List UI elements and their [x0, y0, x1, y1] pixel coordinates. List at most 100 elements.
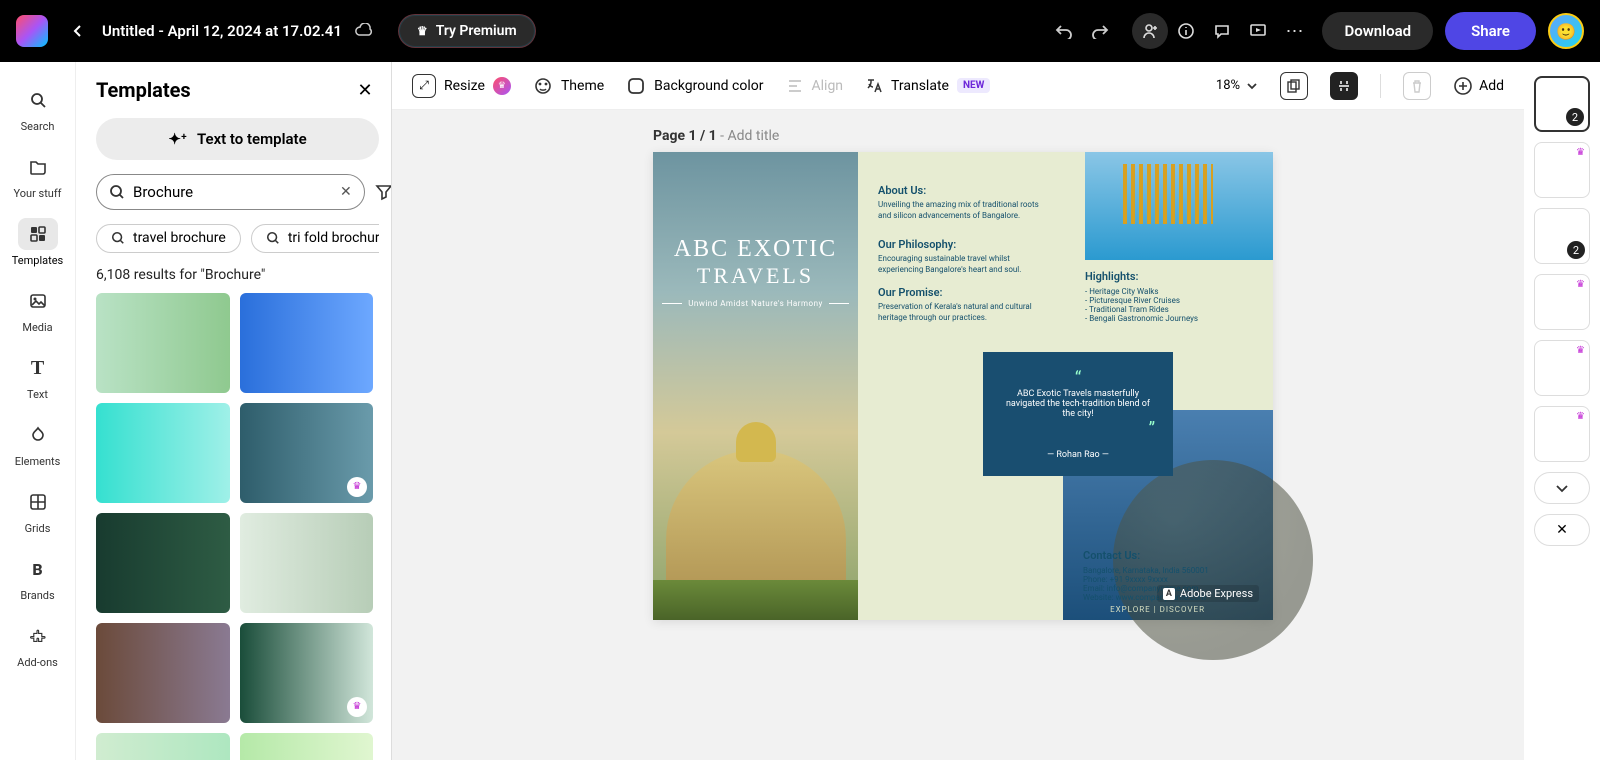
rail-media[interactable]: Media: [6, 279, 70, 340]
search-icon: [266, 231, 280, 245]
canvas[interactable]: Page 1 / 1 - Add title ABC EXOTIC TRAVEL…: [392, 110, 1524, 760]
rail-grids[interactable]: Grids: [6, 480, 70, 541]
page-count-badge: 2: [1566, 108, 1584, 126]
close-panel-button[interactable]: ✕: [351, 76, 379, 104]
templates-icon: [18, 218, 58, 250]
promise-heading: Our Promise:: [878, 286, 1048, 300]
template-thumbnail[interactable]: ♛: [240, 623, 374, 723]
about-text: Unveiling the amazing mix of traditional…: [878, 200, 1048, 221]
present-button[interactable]: [1240, 13, 1276, 49]
brochure-left-panel[interactable]: ABC EXOTIC TRAVELS Unwind Amidst Nature'…: [653, 152, 858, 620]
chevron-down-icon: [1246, 80, 1258, 92]
premium-badge-icon: ♛: [1576, 279, 1585, 290]
media-icon: [18, 285, 58, 317]
rail-elements[interactable]: Elements: [6, 413, 70, 474]
rail-search[interactable]: Search: [6, 78, 70, 139]
top-bar: Untitled - April 12, 2024 at 17.02.41 ♛ …: [0, 0, 1600, 62]
zoom-dropdown[interactable]: 18%: [1216, 78, 1258, 93]
addons-icon: [18, 620, 58, 652]
template-thumbnail[interactable]: [96, 623, 230, 723]
rail-your-stuff[interactable]: Your stuff: [6, 145, 70, 206]
template-thumbnail[interactable]: [96, 733, 230, 760]
page-label[interactable]: Page 1 / 1 - Add title: [653, 128, 779, 144]
undo-button[interactable]: [1046, 13, 1082, 49]
resize-button[interactable]: ⤢ Resize ♛: [412, 74, 511, 98]
try-premium-button[interactable]: ♛ Try Premium: [398, 14, 536, 48]
add-page-button[interactable]: Add: [1453, 76, 1504, 96]
template-results-grid[interactable]: ♛ ♛: [96, 293, 379, 760]
comments-button[interactable]: [1204, 13, 1240, 49]
suggestion-chip-trifold[interactable]: tri fold brochure: [251, 224, 379, 253]
adobe-express-logo[interactable]: [16, 15, 48, 47]
background-color-button[interactable]: Background color: [626, 76, 763, 96]
philosophy-heading: Our Philosophy:: [878, 238, 1048, 252]
text-to-template-button[interactable]: ✦⁺ Text to template: [96, 118, 379, 160]
philosophy-text: Encouraging sustainable travel whilst ex…: [878, 254, 1048, 275]
clear-search-button[interactable]: ✕: [340, 184, 352, 200]
user-avatar[interactable]: 🙂: [1548, 13, 1584, 49]
elements-icon: [18, 419, 58, 451]
search-icon: [111, 231, 125, 245]
theme-button[interactable]: Theme: [533, 76, 604, 96]
premium-badge-icon: ♛: [347, 477, 367, 497]
invite-people-button[interactable]: [1132, 13, 1168, 49]
brand-title-line2: TRAVELS: [653, 263, 858, 289]
results-count: 6,108 results for "Brochure": [96, 267, 379, 283]
theme-icon: [533, 76, 553, 96]
template-thumbnail[interactable]: [240, 293, 374, 393]
close-thumbnails-button[interactable]: ✕: [1534, 514, 1590, 546]
suggestion-chip-travel-brochure[interactable]: travel brochure: [96, 224, 241, 253]
search-input[interactable]: [133, 183, 332, 201]
filter-button[interactable]: [375, 178, 392, 206]
align-button: Align: [786, 77, 844, 95]
share-button[interactable]: Share: [1445, 12, 1536, 50]
template-thumbnail[interactable]: [96, 403, 230, 503]
premium-crown-icon: ♛: [493, 77, 511, 95]
document-title[interactable]: Untitled - April 12, 2024 at 17.02.41: [102, 22, 342, 40]
page-thumbnail[interactable]: ♛: [1534, 406, 1590, 462]
tips-button[interactable]: [1168, 13, 1204, 49]
explore-discover-label: EXPLORE | DISCOVER: [1110, 605, 1205, 614]
page-thumbnail[interactable]: ♛: [1534, 142, 1590, 198]
brochure-right-panel[interactable]: About Us: Unveiling the amazing mix of t…: [858, 152, 1273, 620]
brand-tagline: Unwind Amidst Nature's Harmony: [653, 299, 858, 308]
rail-templates[interactable]: Templates: [6, 212, 70, 273]
oil-rig-image: [1085, 152, 1273, 260]
panel-title: Templates: [96, 78, 191, 102]
pages-panel: 2 ♛ 2 ♛ ♛ ♛ ✕: [1524, 62, 1600, 760]
promise-text: Preservation of Kerala's natural and cul…: [878, 302, 1048, 323]
redo-button[interactable]: [1082, 13, 1118, 49]
template-thumbnail[interactable]: [96, 293, 230, 393]
template-thumbnail[interactable]: [240, 733, 374, 760]
rail-addons[interactable]: Add-ons: [6, 614, 70, 675]
canvas-area: ⤢ Resize ♛ Theme Background color Align …: [392, 62, 1524, 760]
template-thumbnail[interactable]: [96, 513, 230, 613]
translate-button[interactable]: Translate NEW: [865, 77, 990, 95]
resize-icon: ⤢: [412, 74, 436, 98]
grass-illustration: [653, 580, 858, 620]
about-heading: About Us:: [878, 184, 1048, 198]
template-thumbnail[interactable]: ♛: [240, 403, 374, 503]
rail-text[interactable]: T Text: [6, 346, 70, 407]
more-options-button[interactable]: ⋯: [1276, 13, 1312, 49]
canvas-toolbar: ⤢ Resize ♛ Theme Background color Align …: [392, 62, 1524, 110]
highlights-block: Highlights: Heritage City Walks Pictures…: [1085, 270, 1261, 323]
back-button[interactable]: [62, 15, 94, 47]
page-thumbnail[interactable]: ♛: [1534, 274, 1590, 330]
download-button[interactable]: Download: [1322, 12, 1433, 50]
duplicate-page-button[interactable]: [1280, 72, 1308, 100]
page-thumbnail[interactable]: ♛: [1534, 340, 1590, 396]
cloud-sync-icon[interactable]: [354, 23, 374, 39]
search-icon: [18, 84, 58, 116]
template-thumbnail[interactable]: [240, 513, 374, 613]
template-search-box[interactable]: ✕: [96, 174, 365, 210]
premium-badge-icon: ♛: [1576, 345, 1585, 356]
fit-page-button[interactable]: [1330, 72, 1358, 100]
page-thumbnail[interactable]: 2: [1534, 76, 1590, 132]
page-thumbnail[interactable]: 2: [1534, 208, 1590, 264]
artboard[interactable]: ABC EXOTIC TRAVELS Unwind Amidst Nature'…: [653, 152, 1273, 620]
expand-thumbnails-button[interactable]: [1534, 472, 1590, 504]
rail-brands[interactable]: B Brands: [6, 547, 70, 608]
align-icon: [786, 77, 804, 95]
testimonial-quote: “ ABC Exotic Travels masterfully navigat…: [983, 352, 1173, 476]
